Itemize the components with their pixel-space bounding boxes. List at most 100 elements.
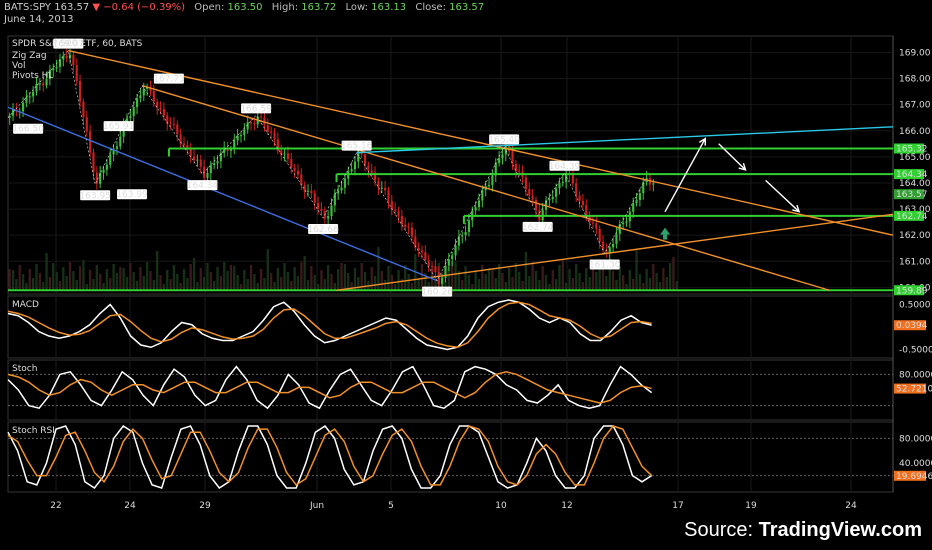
candle-body (464, 231, 467, 236)
candle-body (420, 250, 424, 253)
volume-bar (8, 269, 11, 290)
candle-body (652, 183, 655, 185)
indicator-legend-item: Vol (12, 61, 25, 71)
volume-bar (219, 276, 223, 290)
volume-bar (655, 273, 658, 290)
volume-bar (273, 282, 276, 290)
volume-bar (28, 269, 31, 290)
chart-canvas[interactable]: 22 24 29 Jun 5 10 12 17 19 24 169.00 168.00 167.00 16… (0, 0, 932, 550)
volume-bar (484, 274, 487, 290)
pivot-label: 166.59 (240, 104, 272, 114)
candle-body (330, 205, 333, 217)
candle-body (152, 91, 155, 102)
candle-body (260, 116, 263, 118)
candle-body (320, 208, 323, 211)
x-tick-label: 29 (199, 501, 211, 511)
candle-body (135, 98, 139, 108)
candle-body (142, 88, 145, 96)
volume-bar (11, 270, 15, 290)
volume-bar (290, 281, 293, 290)
volume-bar (209, 272, 212, 290)
volume-bar (638, 274, 642, 290)
candle-body (340, 187, 343, 191)
candle-body (22, 102, 25, 112)
volume-bar (18, 265, 21, 290)
pivot-label: 164.34 (187, 181, 219, 191)
candle-body (35, 83, 38, 92)
candle-body (427, 260, 430, 266)
candle-body (561, 182, 564, 184)
candle-body (487, 184, 491, 187)
volume-bar (380, 271, 383, 290)
level-price-label: 159.89 (896, 286, 928, 296)
candle-body (477, 200, 481, 208)
volume-bar (320, 270, 323, 290)
candle-body (578, 195, 581, 201)
level-price-label: 164.34 (896, 170, 928, 180)
last-price-label: 163.57 (896, 190, 928, 200)
volume-bar (615, 280, 618, 290)
volume-bar (461, 280, 464, 290)
panel-frame-0 (7, 35, 894, 295)
volume-bar (223, 262, 226, 290)
pivot-label: 164.39 (549, 162, 581, 172)
volume-bar (363, 272, 367, 290)
candle-body (105, 164, 108, 170)
candle-body (52, 68, 55, 71)
candle-body (270, 131, 273, 133)
oscillator-series-macd (7, 299, 652, 351)
candle-body (72, 54, 75, 66)
volume-bar (115, 273, 119, 290)
volume-bar (233, 266, 236, 290)
volume-bar (558, 265, 561, 290)
volume-bar (135, 281, 139, 290)
volume-bar (474, 270, 477, 290)
candle-body (132, 107, 135, 116)
candle-body (555, 188, 558, 197)
candle-body (595, 223, 598, 229)
candle-body (612, 243, 615, 248)
volume-bar (125, 277, 129, 290)
candle-body (410, 227, 414, 237)
volume-bar (145, 262, 149, 290)
pivot-label: 165.91 (103, 122, 135, 132)
volume-bar (568, 269, 571, 290)
volume-bar (323, 279, 326, 290)
volume-bar (410, 283, 414, 290)
volume-bar (507, 268, 511, 290)
volume-bar (306, 280, 310, 290)
volume-bar (511, 277, 514, 290)
candle-body (531, 195, 534, 200)
candle-body (55, 66, 58, 69)
volume-bar (300, 262, 303, 290)
candle-body (99, 172, 102, 184)
candle-body (591, 222, 595, 224)
indicator-legend-item: Pivots HL (12, 71, 53, 81)
volume-bar (326, 265, 330, 290)
pivot-label: 162.74 (522, 223, 554, 233)
candle-body (534, 199, 538, 211)
volume-bar (464, 266, 467, 290)
volume-bar (202, 277, 206, 290)
indicator-legend-item: Zig Zag (12, 51, 47, 61)
volume-bar (316, 284, 320, 290)
volume-bar (642, 283, 645, 290)
volume-bar (229, 265, 233, 290)
candle-body (451, 255, 454, 260)
candle-body (571, 174, 574, 184)
candle-body (213, 163, 216, 166)
level-price-label: 165.32 (896, 145, 928, 155)
oscillator-value-label: 19.6946 (896, 472, 932, 482)
volume-bar (280, 277, 283, 290)
volume-bar (383, 280, 387, 290)
volume-bar (531, 262, 534, 290)
up-arrow-stem (663, 234, 668, 240)
candle-body (343, 178, 346, 188)
volume-bar (216, 267, 219, 290)
volume-bar (166, 270, 169, 290)
volume-bar (625, 284, 628, 290)
candle-body (32, 91, 35, 97)
volume-bar (65, 276, 68, 290)
volume-bar (658, 282, 662, 290)
volume-bar (581, 282, 585, 290)
